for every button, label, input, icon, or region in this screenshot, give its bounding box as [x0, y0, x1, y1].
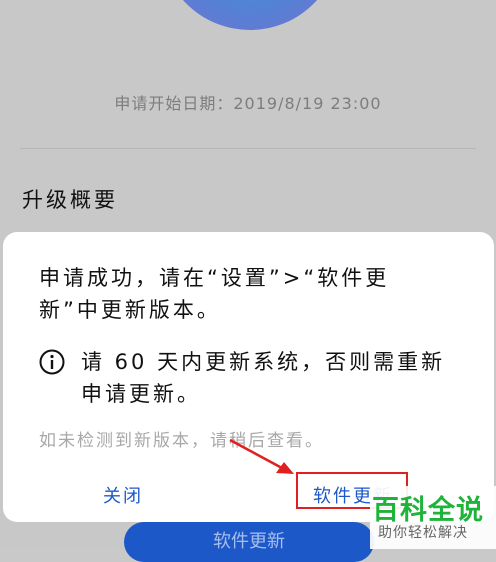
- annotation-arrow-icon: [229, 438, 294, 474]
- watermark: 百科全说 助你轻松解决: [370, 486, 496, 549]
- watermark-slogan: 助你轻松解决: [378, 525, 468, 541]
